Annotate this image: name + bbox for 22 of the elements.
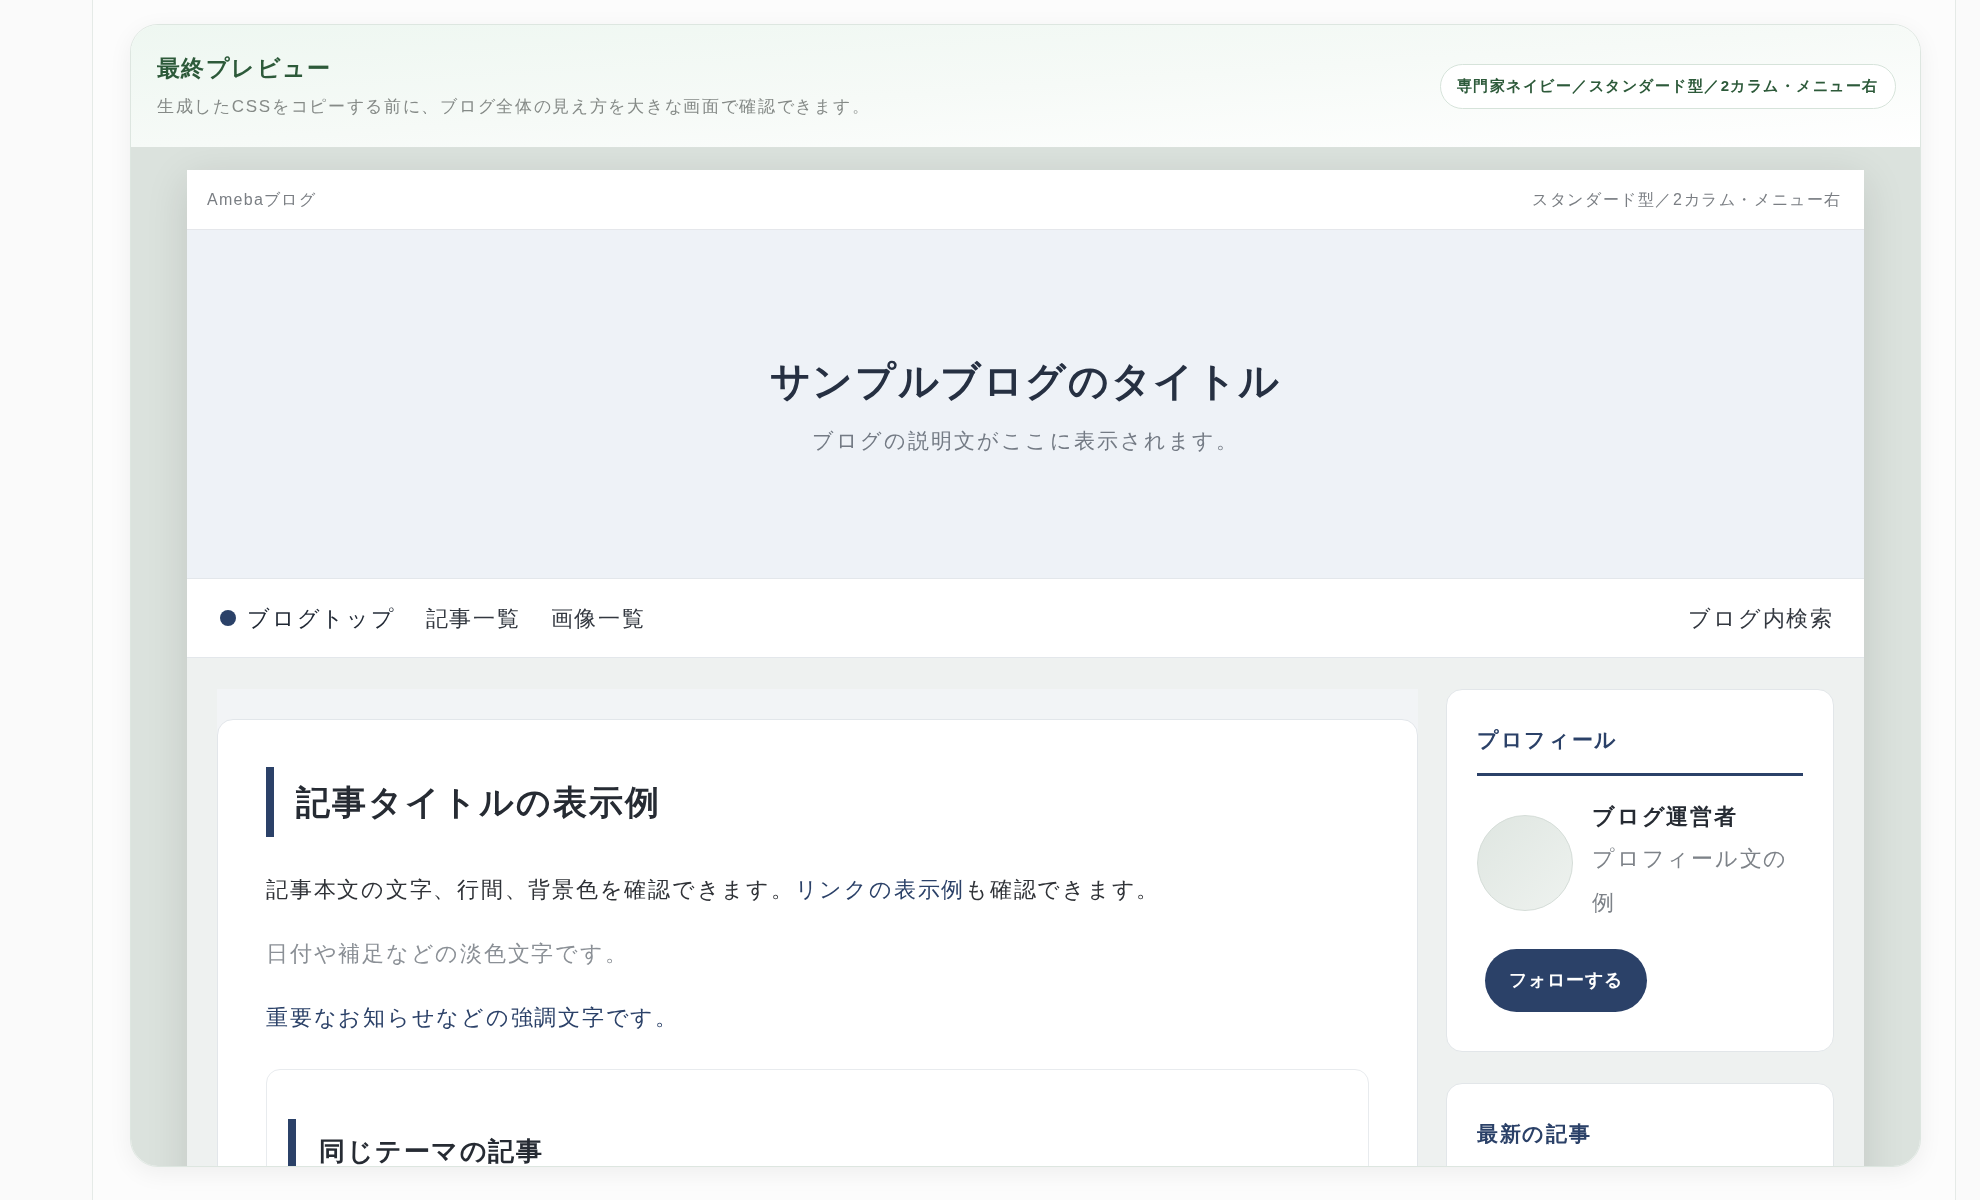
panel-title: 最終プレビュー — [157, 54, 333, 83]
author-bio: プロフィール文の例 — [1592, 845, 1790, 917]
widget-heading: 最新の記事 — [1477, 1121, 1593, 1147]
layout-label: スタンダード型／2カラム・メニュー右 — [1532, 189, 1842, 210]
author-name: ブログ運営者 — [1592, 803, 1739, 831]
blog-description: ブログの説明文がここに表示されます。 — [811, 427, 1240, 454]
article-paragraph: 記事本文の文字、行間、背景色を確認できます。リンクの表示例 も確認できます。 — [266, 876, 1162, 904]
article-title: 記事タイトルの表示例 — [296, 782, 662, 823]
service-name: Amebaブログ — [207, 189, 316, 210]
widget-heading: プロフィール — [1477, 727, 1620, 753]
text-link[interactable]: リンクの表示例 — [794, 877, 966, 902]
nav-link[interactable]: 記事一覧 — [425, 601, 521, 635]
follow-button[interactable]: フォローする — [1485, 949, 1648, 1012]
nav-link[interactable]: 画像一覧 — [550, 601, 646, 635]
panel-description: 生成したCSSをコピーする前に、ブログ全体の見え方を大きな画面で確認できます。 — [157, 96, 871, 118]
blog-title: サンプルブログのタイトル — [769, 357, 1282, 405]
section-heading: 同じテーマの記事 — [319, 1135, 544, 1166]
theme-badge: 専門家ネイビー／スタンダード型／2カラム・メニュー右 — [1439, 63, 1896, 109]
nav-link[interactable]: ブログトップ — [220, 601, 396, 635]
emphasis-paragraph: 重要なお知らせなどの強調文字です。 — [266, 1004, 680, 1032]
search-link[interactable]: ブログ内検索 — [1688, 601, 1834, 635]
muted-paragraph: 日付や補足などの淡色文字です。 — [266, 940, 630, 968]
